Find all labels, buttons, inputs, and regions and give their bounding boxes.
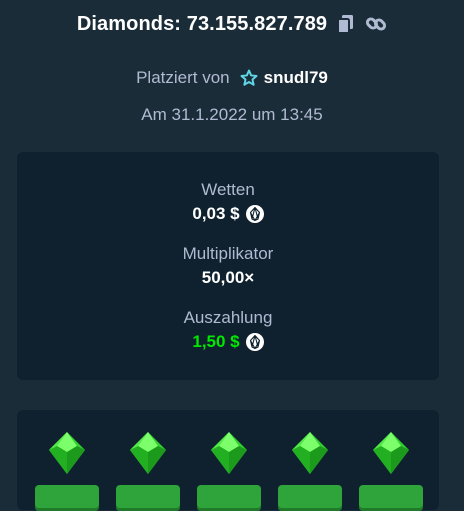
payout-label: Auszahlung — [183, 308, 273, 327]
gem-tile — [116, 430, 180, 511]
gem-tile — [197, 430, 261, 511]
bet-title: Diamonds: 73.155.827.789 — [76, 12, 328, 35]
placed-by-row: Platziert von snudl79 — [0, 68, 464, 88]
tile-base — [35, 485, 99, 511]
vip-star-icon — [240, 69, 258, 87]
tile-base — [197, 485, 261, 511]
bet-value: 0,03 $ — [192, 204, 240, 223]
copy-icon[interactable] — [337, 14, 355, 34]
gem-icon — [207, 430, 251, 478]
bet-header: Diamonds: 73.155.827.789 — [0, 10, 464, 38]
payout-stat: Auszahlung 1,50 $ — [17, 308, 439, 352]
gem-icon — [288, 430, 332, 478]
payout-value: 1,50 $ — [192, 332, 240, 351]
gem-icon — [126, 430, 170, 478]
multiplier-label: Multiplikator — [182, 244, 274, 263]
link-icon[interactable] — [365, 13, 387, 35]
multiplier-stat: Multiplikator 50,00× — [17, 244, 439, 288]
bet-value-row: 0,03 $ — [192, 204, 264, 224]
gem-tile — [35, 430, 99, 511]
mines-grid-panel — [17, 410, 439, 511]
tile-base — [359, 485, 423, 511]
tile-base — [278, 485, 342, 511]
gem-icon — [369, 430, 413, 478]
bet-date: Am 31.1.2022 um 13:45 — [141, 105, 323, 124]
bet-label: Wetten — [201, 180, 255, 199]
bet-stats-panel: Wetten 0,03 $ Multiplikator 50,00× Ausza… — [17, 152, 439, 380]
gem-icon — [45, 430, 89, 478]
placed-by-label: Platziert von — [136, 68, 230, 87]
multiplier-value: 50,00× — [201, 268, 255, 287]
gem-tile — [278, 430, 342, 511]
payout-value-row: 1,50 $ — [192, 332, 264, 352]
eos-coin-icon — [245, 333, 264, 351]
eos-coin-icon — [245, 205, 264, 223]
username-link[interactable]: snudl79 — [264, 68, 328, 88]
tile-base — [116, 485, 180, 511]
gem-tile — [359, 430, 423, 511]
bet-stat: Wetten 0,03 $ — [17, 180, 439, 224]
